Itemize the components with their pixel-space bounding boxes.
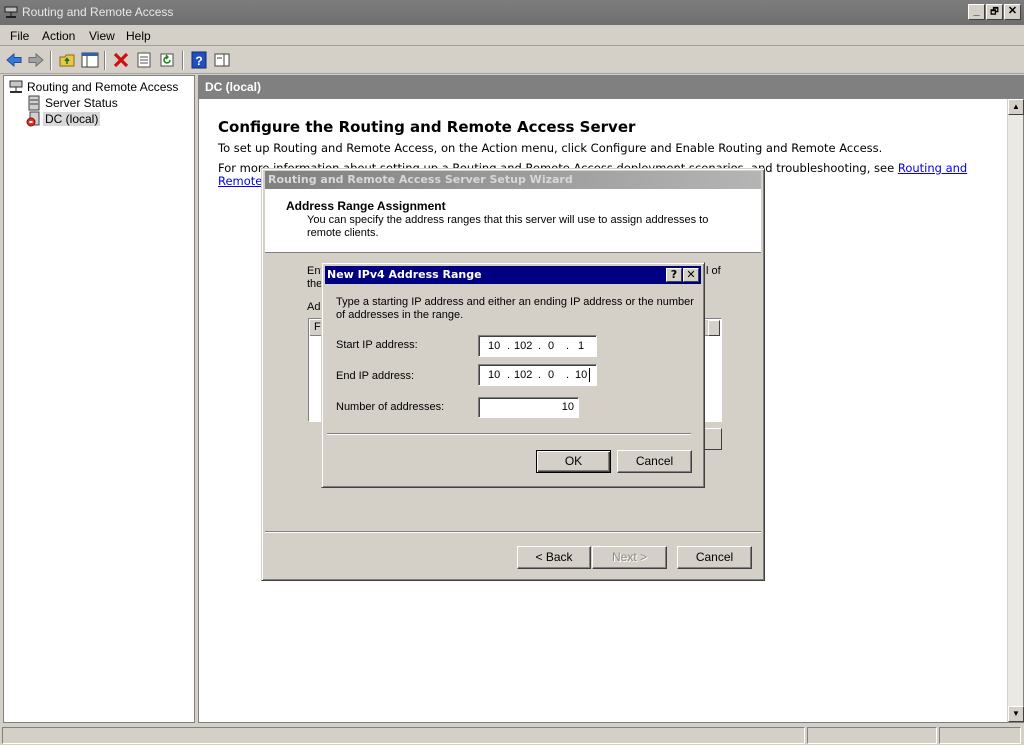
help-link-part1[interactable]: Routing and [898,161,967,175]
wizard-subheading: You can specify the address ranges that … [307,214,709,239]
help-question-icon[interactable]: ? [666,268,682,282]
ok-button[interactable]: OK [536,450,611,473]
close-button[interactable]: ✕ [1004,4,1021,20]
help-link-line: Remote [218,174,262,188]
console-tree: Routing and Remote Access Server Status … [3,75,195,723]
status-panel-main [2,727,805,744]
dialog-instructions: Type a starting IP address and either an… [336,296,694,321]
menu-file[interactable]: File [10,29,29,43]
restore-button[interactable]: 🗗 [986,4,1003,20]
dialog-cancel-button[interactable]: Cancel [617,450,692,473]
ip-octet[interactable]: 102 [514,340,532,352]
ip-octet[interactable]: 0 [548,369,554,381]
window-title: Routing and Remote Access [22,5,174,19]
instruction-text: To set up Routing and Remote Access, on … [218,141,883,155]
show-action-pane-icon[interactable] [213,51,231,69]
minimize-button[interactable]: _ [968,4,985,20]
ip-octet[interactable]: 10 [575,369,587,381]
ip-octet[interactable]: 0 [548,340,554,352]
wizard-separator [265,531,761,533]
ip-octet[interactable]: 102 [514,369,532,381]
text-caret [589,368,590,382]
new-ipv4-range-dialog: New IPv4 Address Range ? ✕ Type a starti… [321,262,705,488]
number-of-addresses-value: 10 [561,401,574,413]
routing-app-icon [4,6,18,18]
tree-item-label: Server Status [45,96,118,110]
menu-bar: File Action View Help [0,25,1024,46]
forward-arrow-icon[interactable] [27,51,45,69]
scroll-up-arrow-icon[interactable]: ▲ [1008,99,1024,115]
start-ip-label: Start IP address: [336,339,418,351]
list-scrollbar[interactable] [708,320,720,336]
tree-root-label: Routing and Remote Access [27,80,179,94]
wizard-list-button[interactable] [703,428,722,450]
dialog-titlebar[interactable]: New IPv4 Address Range ? ✕ [325,266,701,284]
number-of-addresses-label: Number of addresses: [336,401,445,413]
svg-text:?: ? [195,54,202,68]
help-icon[interactable]: ? [190,51,208,69]
ip-octet[interactable]: 1 [578,340,584,352]
status-panel-3 [939,727,1021,744]
menu-action[interactable]: Action [42,29,75,43]
ip-octet[interactable]: 10 [488,340,500,352]
number-of-addresses-field[interactable]: 10 [478,397,579,418]
refresh-icon[interactable] [158,51,176,69]
end-ip-field[interactable]: 10 . 102 . 0 . 10 [478,364,597,386]
up-folder-icon[interactable] [58,51,76,69]
wizard-text-fragment: the [307,278,323,290]
status-panel-2 [807,727,937,744]
menu-view[interactable]: View [89,29,115,43]
wizard-cancel-button[interactable]: Cancel [677,546,752,569]
tree-item-label: DC (local) [43,112,101,126]
close-icon[interactable]: ✕ [683,268,699,282]
help-link-part2[interactable]: Remote [218,174,262,188]
ip-octet[interactable]: 10 [488,369,500,381]
wizard-heading: Address Range Assignment [286,199,446,213]
wizard-text-fragment: Ad [307,301,321,313]
start-ip-field[interactable]: 10 . 102 . 0 . 1 [478,335,597,357]
back-button[interactable]: < Back [517,546,591,569]
show-hide-console-tree-icon[interactable] [81,51,99,69]
dialog-title: New IPv4 Address Range [327,268,482,281]
dialog-separator [327,433,691,435]
delete-icon[interactable] [112,51,130,69]
vertical-scrollbar[interactable]: ▲ ▼ [1007,99,1024,722]
scroll-down-arrow-icon[interactable]: ▼ [1008,706,1024,722]
next-button[interactable]: Next > [592,546,667,569]
properties-icon[interactable] [135,51,153,69]
back-arrow-icon[interactable] [5,51,23,69]
server-status-icon [28,95,40,111]
wizard-titlebar[interactable]: Routing and Remote Access Server Setup W… [265,171,761,189]
menu-help[interactable]: Help [126,29,151,43]
wizard-header: Address Range Assignment You can specify… [265,189,761,253]
status-bar [0,725,1024,745]
page-title: Configure the Routing and Remote Access … [218,118,636,136]
details-header: DC (local) [199,76,1023,99]
routing-server-icon [9,80,23,93]
wizard-text-fragment: l of [706,265,721,277]
window-titlebar[interactable]: Routing and Remote Access _ 🗗 ✕ [0,0,1024,25]
server-stopped-icon [26,111,40,127]
end-ip-label: End IP address: [336,370,415,382]
toolbar: ? [0,47,1024,74]
list-column-header[interactable]: F [314,321,321,333]
